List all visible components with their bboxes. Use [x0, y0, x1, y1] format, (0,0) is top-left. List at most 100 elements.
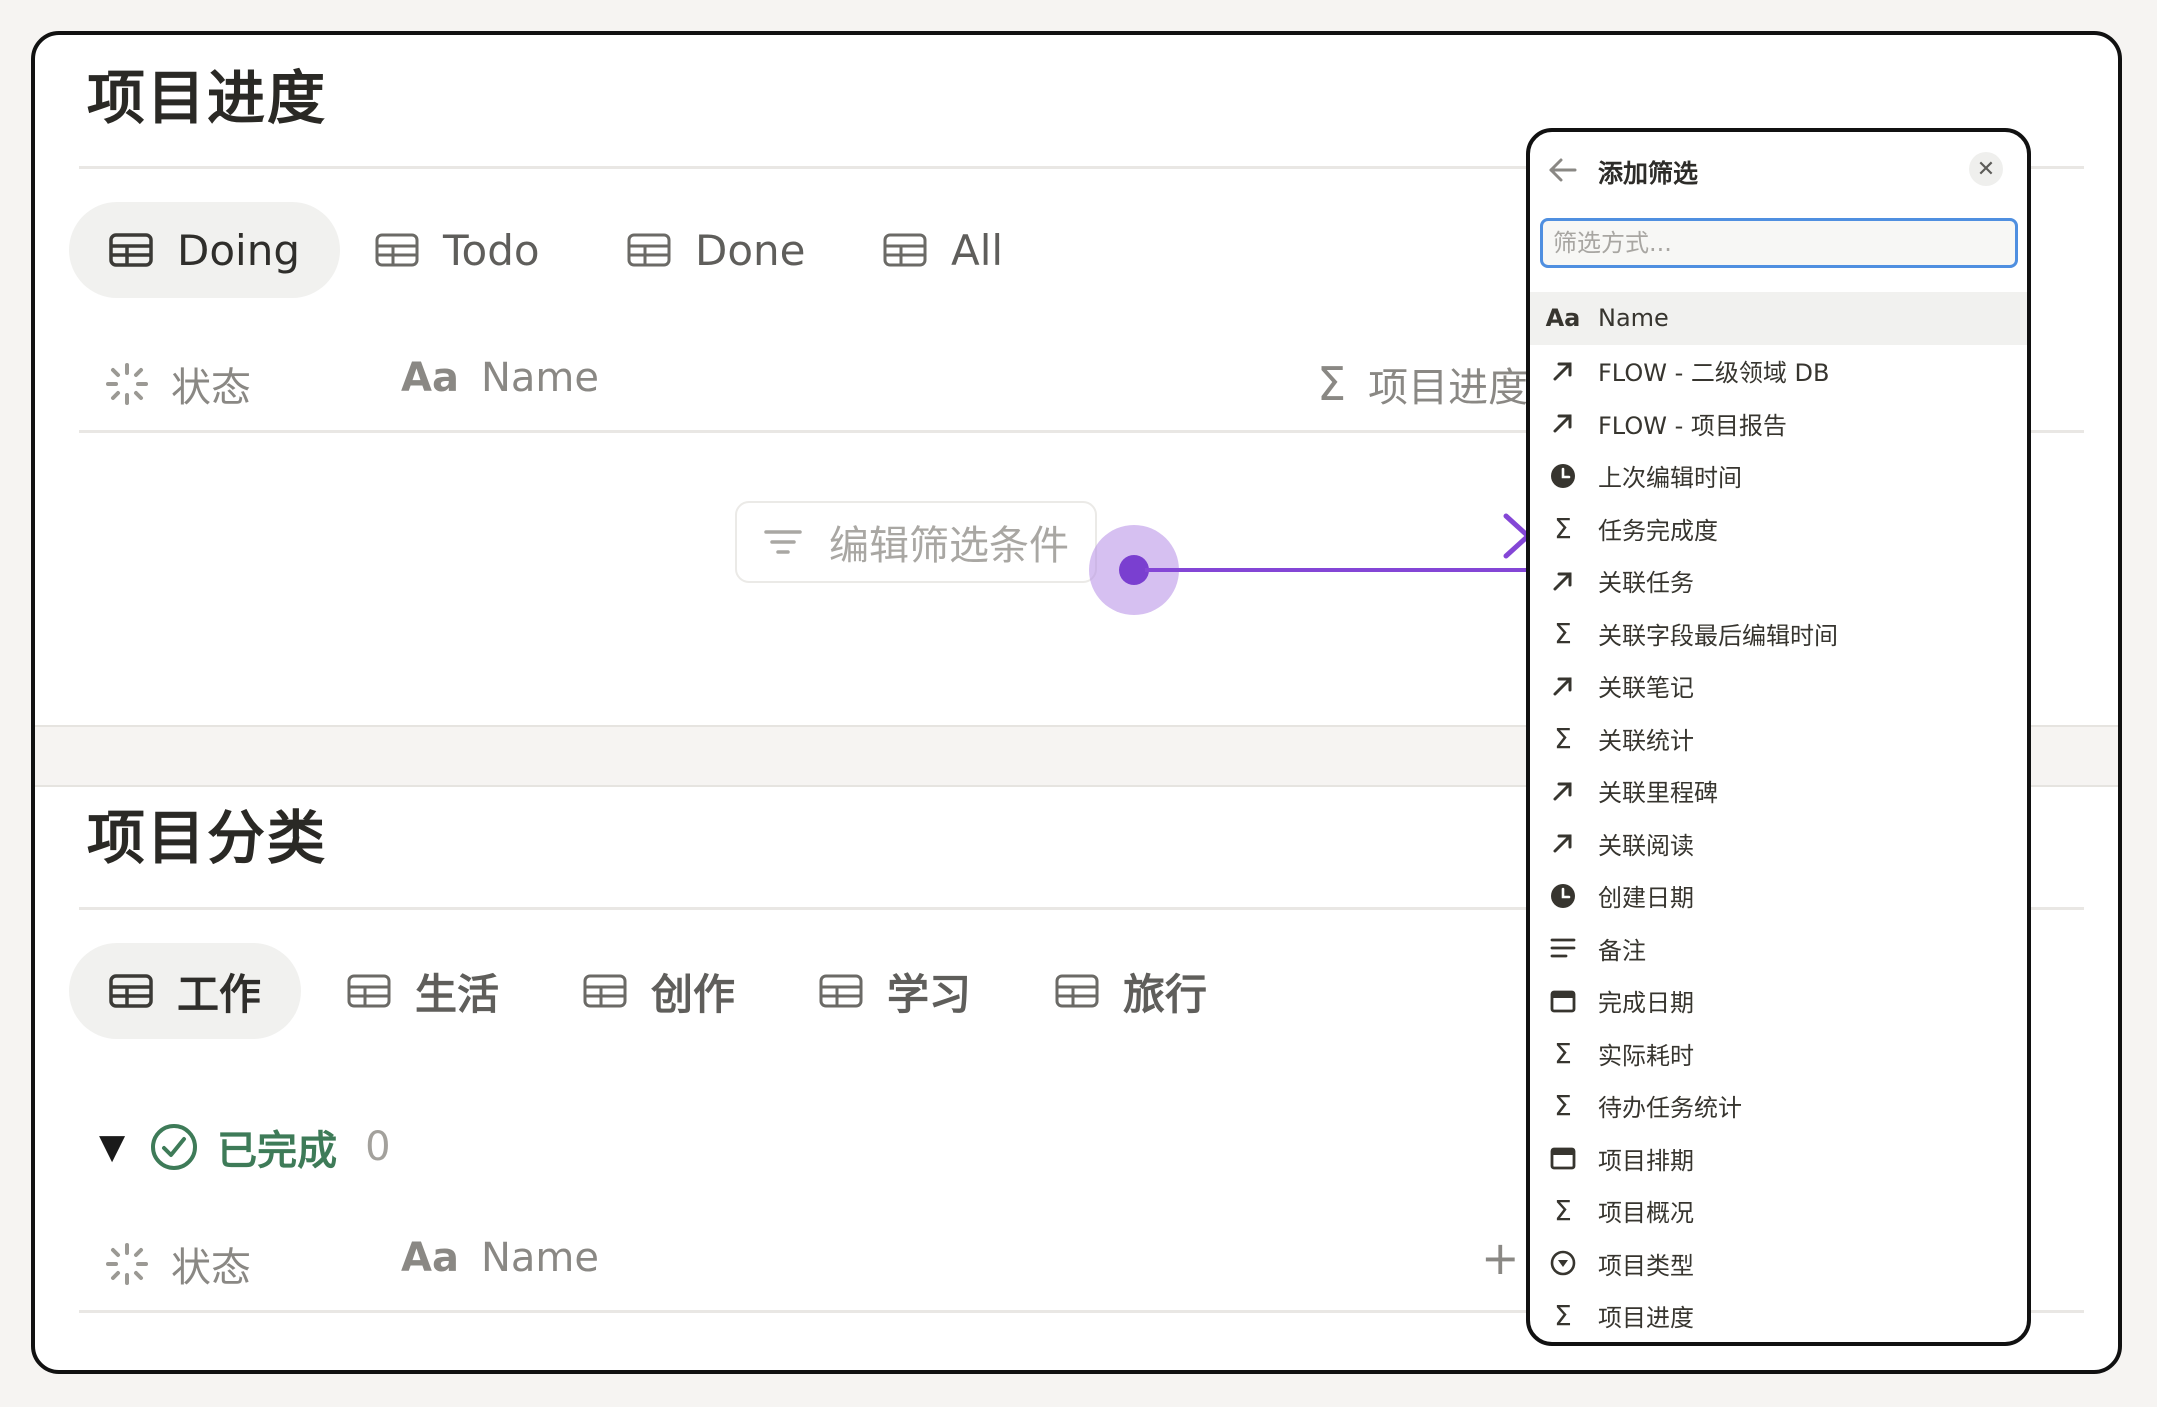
sigma-icon: Σ — [1554, 1194, 1572, 1228]
item-label: 关联阅读 — [1598, 831, 1694, 860]
list-item[interactable]: 关联里程碑 — [1530, 765, 2027, 818]
relation-icon — [1548, 566, 1578, 596]
list-item[interactable]: Σ 项目概况 — [1530, 1185, 2027, 1238]
tab-doing[interactable]: Doing — [69, 202, 340, 298]
group-header-done[interactable]: ▼ 已完成 0 — [99, 1118, 391, 1176]
list-item[interactable]: FLOW - 二级领域 DB — [1530, 345, 2027, 398]
list-item[interactable]: Σ 项目进度 — [1530, 1290, 2027, 1343]
table-icon — [375, 233, 419, 267]
triangle-down-icon[interactable]: ▼ — [99, 1127, 125, 1167]
relation-icon — [1548, 408, 1578, 438]
item-label: 关联任务 — [1598, 569, 1694, 598]
list-item[interactable]: 创建日期 — [1530, 870, 2027, 923]
list-item[interactable]: 关联任务 — [1530, 555, 2027, 608]
list-item[interactable]: 完成日期 — [1530, 975, 2027, 1028]
section-title-category: 项目分类 — [87, 804, 328, 872]
item-label: 待办任务统计 — [1598, 1094, 1742, 1123]
column-label: 状态 — [171, 365, 251, 411]
list-item[interactable]: Σ 关联统计 — [1530, 712, 2027, 765]
back-arrow-icon[interactable] — [1548, 156, 1578, 184]
tab-label: 创作 — [651, 969, 736, 1019]
tab-label: 旅行 — [1123, 969, 1208, 1019]
sigma-icon: Σ — [1554, 1089, 1572, 1123]
item-label: 关联笔记 — [1598, 674, 1694, 703]
tab-travel[interactable]: 旅行 — [1015, 943, 1247, 1039]
item-label: 项目排期 — [1598, 1146, 1694, 1175]
calendar-icon — [1548, 1143, 1578, 1173]
list-item[interactable]: 关联阅读 — [1530, 817, 2027, 870]
list-item[interactable]: 关联笔记 — [1530, 660, 2027, 713]
list-item[interactable]: 上次编辑时间 — [1530, 450, 2027, 503]
clock-icon — [1548, 461, 1578, 491]
status-spinner-icon — [105, 1242, 149, 1286]
tab-done[interactable]: Done — [587, 202, 846, 298]
item-label: FLOW - 项目报告 — [1598, 411, 1787, 440]
close-icon: ✕ — [1976, 156, 1996, 182]
list-item[interactable]: Σ 关联字段最后编辑时间 — [1530, 607, 2027, 660]
filter-icon — [764, 530, 802, 554]
sigma-icon: Σ — [1554, 721, 1572, 755]
list-item[interactable]: 项目类型 — [1530, 1237, 2027, 1290]
relation-icon — [1548, 671, 1578, 701]
tab-label: Doing — [177, 225, 300, 275]
column-header-name[interactable]: Aa Name — [401, 1235, 599, 1281]
status-spinner-icon — [105, 362, 149, 406]
column-header-name[interactable]: Aa Name — [401, 355, 599, 401]
status-icon — [1548, 1248, 1578, 1278]
table-icon — [1055, 974, 1099, 1008]
tab-label: 学习 — [887, 969, 972, 1019]
tab-work[interactable]: 工作 — [69, 943, 302, 1039]
add-column-plus-icon[interactable]: + — [1481, 1231, 1520, 1285]
tab-all[interactable]: All — [843, 202, 1043, 298]
text-icon: Aa — [1545, 304, 1581, 333]
item-label: 项目类型 — [1598, 1251, 1694, 1280]
edit-filter-button[interactable]: 编辑筛选条件 — [735, 501, 1097, 583]
column-label: Name — [480, 1235, 599, 1281]
item-label: 实际耗时 — [1598, 1041, 1694, 1070]
tab-study[interactable]: 学习 — [779, 943, 1011, 1039]
list-item[interactable]: Σ 实际耗时 — [1530, 1027, 2027, 1080]
column-header-progress[interactable]: Σ 项目进度 — [1317, 355, 1557, 413]
text-icon: Aa — [401, 355, 459, 401]
filter-search-input[interactable] — [1540, 218, 2018, 268]
panel-title: 添加筛选 — [1598, 159, 1699, 188]
check-circle-icon — [151, 1124, 198, 1170]
tab-life[interactable]: 生活 — [307, 943, 539, 1039]
lines-icon — [1548, 933, 1578, 963]
tab-label: Todo — [443, 225, 540, 275]
column-label: 项目进度 — [1368, 365, 1529, 411]
list-item[interactable]: 备注 — [1530, 922, 2027, 975]
list-item[interactable]: Σ 待办任务统计 — [1530, 1080, 2027, 1133]
relation-icon — [1548, 828, 1578, 858]
calendar-icon — [1548, 986, 1578, 1016]
group-count: 0 — [365, 1124, 391, 1170]
section-title-progress: 项目进度 — [87, 64, 328, 132]
item-label: 任务完成度 — [1598, 516, 1718, 545]
table-icon — [109, 974, 153, 1008]
item-label: Name — [1598, 304, 1669, 333]
item-label: 项目进度 — [1598, 1304, 1694, 1333]
table-icon — [109, 233, 153, 267]
close-button[interactable]: ✕ — [1969, 152, 2003, 186]
list-item[interactable]: Σ 任务完成度 — [1530, 502, 2027, 555]
list-item[interactable]: FLOW - 项目报告 — [1530, 397, 2027, 450]
tab-create[interactable]: 创作 — [543, 943, 775, 1039]
property-list: Aa Name FLOW - 二级领域 DB FLOW - 项目报告 上次编辑时… — [1530, 292, 2027, 1342]
table-icon — [583, 974, 627, 1008]
table-icon — [627, 233, 671, 267]
item-label: 关联字段最后编辑时间 — [1598, 621, 1838, 650]
list-item[interactable]: 项目排期 — [1530, 1132, 2027, 1185]
tab-label: 生活 — [415, 969, 500, 1019]
column-header-status[interactable]: 状态 — [105, 1235, 251, 1293]
table-icon — [883, 233, 927, 267]
sigma-icon: Σ — [1554, 1299, 1572, 1333]
column-label: Name — [480, 355, 599, 401]
list-item[interactable]: Aa Name — [1530, 292, 2027, 345]
tab-todo[interactable]: Todo — [335, 202, 580, 298]
item-label: 关联统计 — [1598, 726, 1694, 755]
column-header-status[interactable]: 状态 — [105, 355, 251, 413]
item-label: 项目概况 — [1598, 1199, 1694, 1228]
pointer-arrow — [1145, 568, 1557, 572]
column-label: 状态 — [171, 1245, 251, 1291]
item-label: 备注 — [1598, 936, 1646, 965]
